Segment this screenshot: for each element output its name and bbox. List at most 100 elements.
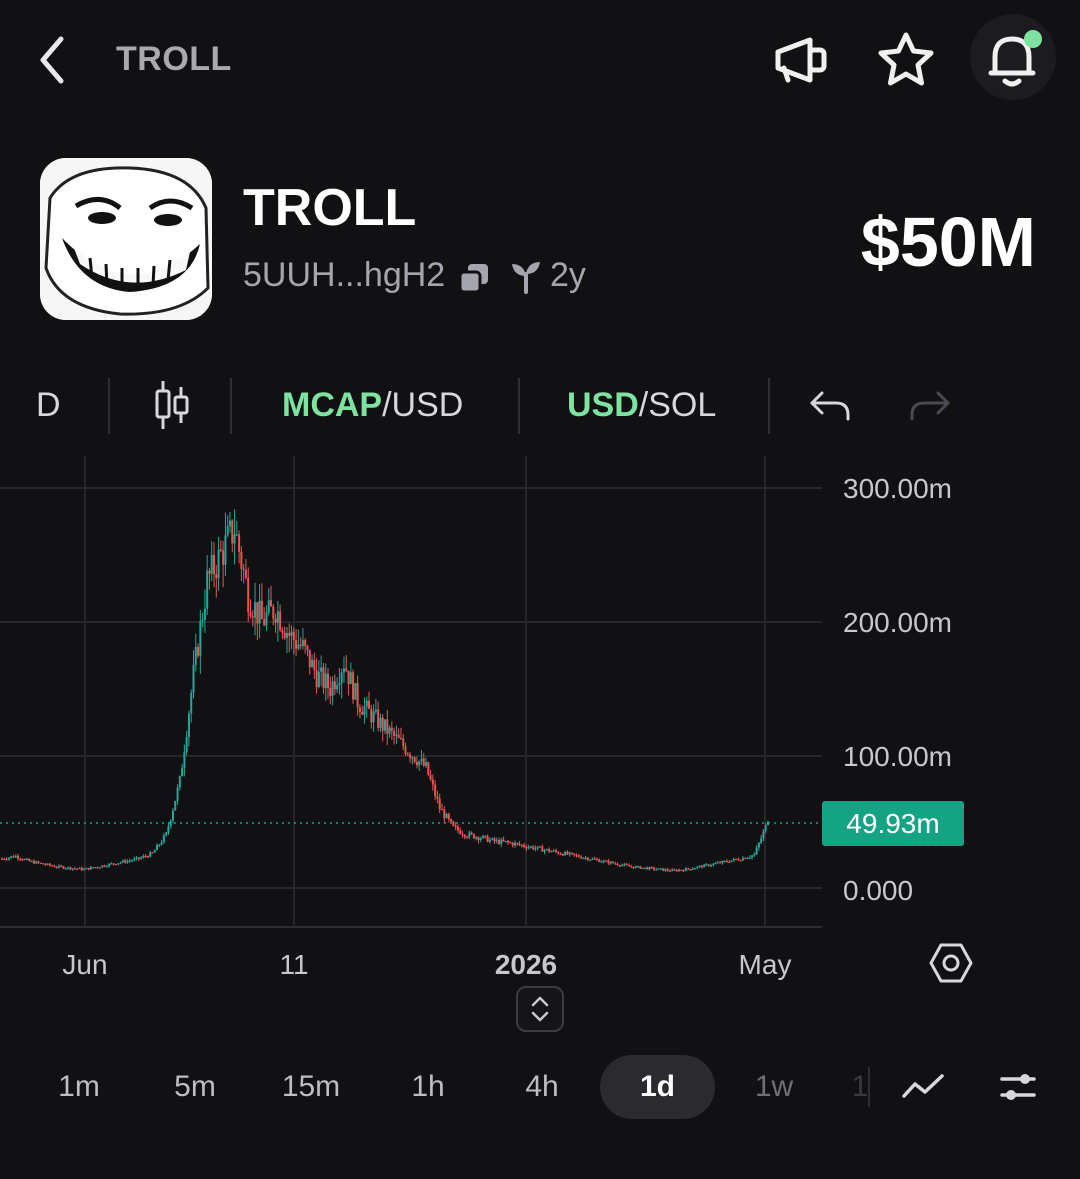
candle-body (256, 602, 259, 624)
redo-icon[interactable] (908, 370, 952, 440)
candle-body (630, 866, 633, 868)
candle-body (80, 867, 83, 871)
line-chart-icon[interactable] (893, 1057, 953, 1117)
candle-body (10, 856, 13, 858)
chart-resize-handle[interactable] (516, 986, 564, 1032)
candle-body (219, 549, 222, 551)
candle-body (181, 767, 184, 777)
candle-body (62, 866, 65, 869)
candle-body (238, 534, 241, 552)
candle-body (664, 869, 667, 871)
interval-short-button[interactable]: D (36, 370, 61, 440)
candle-body (548, 849, 551, 852)
candle-body (539, 846, 542, 848)
candle-body (137, 857, 140, 859)
candle-body (301, 639, 304, 646)
token-address: 5UUH...hgH2 (243, 256, 446, 294)
interval-1d[interactable]: 1d (600, 1055, 715, 1119)
candle-body (379, 717, 382, 728)
candle-body (573, 853, 576, 855)
candle-body (397, 734, 400, 739)
candle-body (395, 734, 398, 736)
candle-body (427, 762, 430, 775)
megaphone-icon[interactable] (770, 30, 830, 90)
candle-body (611, 861, 614, 864)
page-title: TROLL (116, 40, 232, 78)
candle-body (14, 855, 17, 858)
candle-body (217, 549, 220, 579)
hexagon-settings-icon[interactable] (928, 940, 974, 986)
candle-body (352, 672, 355, 700)
candle-body (714, 863, 717, 865)
toolbar-divider (230, 378, 232, 434)
candle-body (285, 632, 288, 638)
candle-body (634, 866, 637, 869)
sliders-icon[interactable] (988, 1057, 1048, 1117)
copy-icon[interactable] (456, 260, 492, 296)
undo-icon[interactable] (808, 370, 852, 440)
chart-canvas[interactable]: 300.00m 200.00m 100.00m 0.000 Jun 11 202… (0, 456, 1080, 1001)
candle-body (584, 857, 587, 859)
candle-body (370, 708, 373, 723)
candle-body (513, 842, 516, 846)
interval-4h[interactable]: 4h (504, 1055, 580, 1119)
candle-body (368, 700, 371, 709)
candle-body (85, 868, 88, 870)
token-name: TROLL (243, 179, 417, 237)
candle-body (751, 855, 754, 858)
candle-body (358, 707, 361, 712)
mcap-usd-toggle[interactable]: MCAP/USD (282, 370, 463, 440)
candle-body (130, 860, 133, 862)
star-icon[interactable] (876, 30, 936, 90)
sprout-icon (508, 258, 544, 294)
candle-body (746, 857, 749, 860)
interval-more[interactable]: 1 (850, 1055, 870, 1119)
candle-body (176, 787, 179, 801)
price-chart[interactable]: 300.00m 200.00m 100.00m 0.000 Jun 11 202… (0, 456, 1080, 1001)
usd-sol-toggle[interactable]: USD/SOL (567, 370, 716, 440)
candle-body (523, 844, 526, 847)
candle-body (110, 863, 113, 865)
candle-body (691, 868, 694, 870)
candle-body (666, 869, 669, 871)
candle-body (224, 535, 227, 565)
candle-body (144, 855, 147, 858)
candlestick-icon[interactable] (152, 370, 192, 440)
candle-body (402, 738, 405, 747)
candle-body (215, 574, 218, 579)
currency-toggle-rest: /SOL (638, 385, 717, 424)
candle-body (313, 659, 316, 671)
candle-body (600, 861, 603, 863)
interval-1h[interactable]: 1h (390, 1055, 466, 1119)
interval-1m[interactable]: 1m (40, 1055, 118, 1119)
candle-body (737, 859, 740, 861)
candle-body (484, 835, 487, 837)
candle-body (730, 860, 733, 863)
candle-body (748, 857, 751, 859)
candle-body (228, 520, 231, 527)
candle-body (429, 774, 432, 780)
candle-body (596, 859, 599, 861)
candle-body (190, 692, 193, 714)
candle-body (340, 672, 343, 684)
candle-body (386, 719, 389, 734)
toolbar-divider (768, 378, 770, 434)
candle-body (67, 867, 70, 869)
candle-body (668, 870, 671, 872)
candle-body (472, 833, 475, 839)
candle-body (76, 868, 79, 870)
candle-body (349, 672, 352, 685)
candle-body (108, 863, 111, 867)
back-arrow-icon[interactable] (28, 30, 76, 90)
candle-body (445, 813, 448, 819)
candle-body (26, 858, 29, 861)
interval-15m[interactable]: 15m (266, 1055, 356, 1119)
candle-body (354, 683, 357, 700)
candle-body (244, 569, 247, 578)
candle-body (637, 866, 640, 868)
candle-body (696, 866, 699, 869)
interval-1w[interactable]: 1w (736, 1055, 812, 1119)
x-tick-label: May (739, 949, 792, 980)
interval-5m[interactable]: 5m (156, 1055, 234, 1119)
candle-body (425, 762, 428, 766)
